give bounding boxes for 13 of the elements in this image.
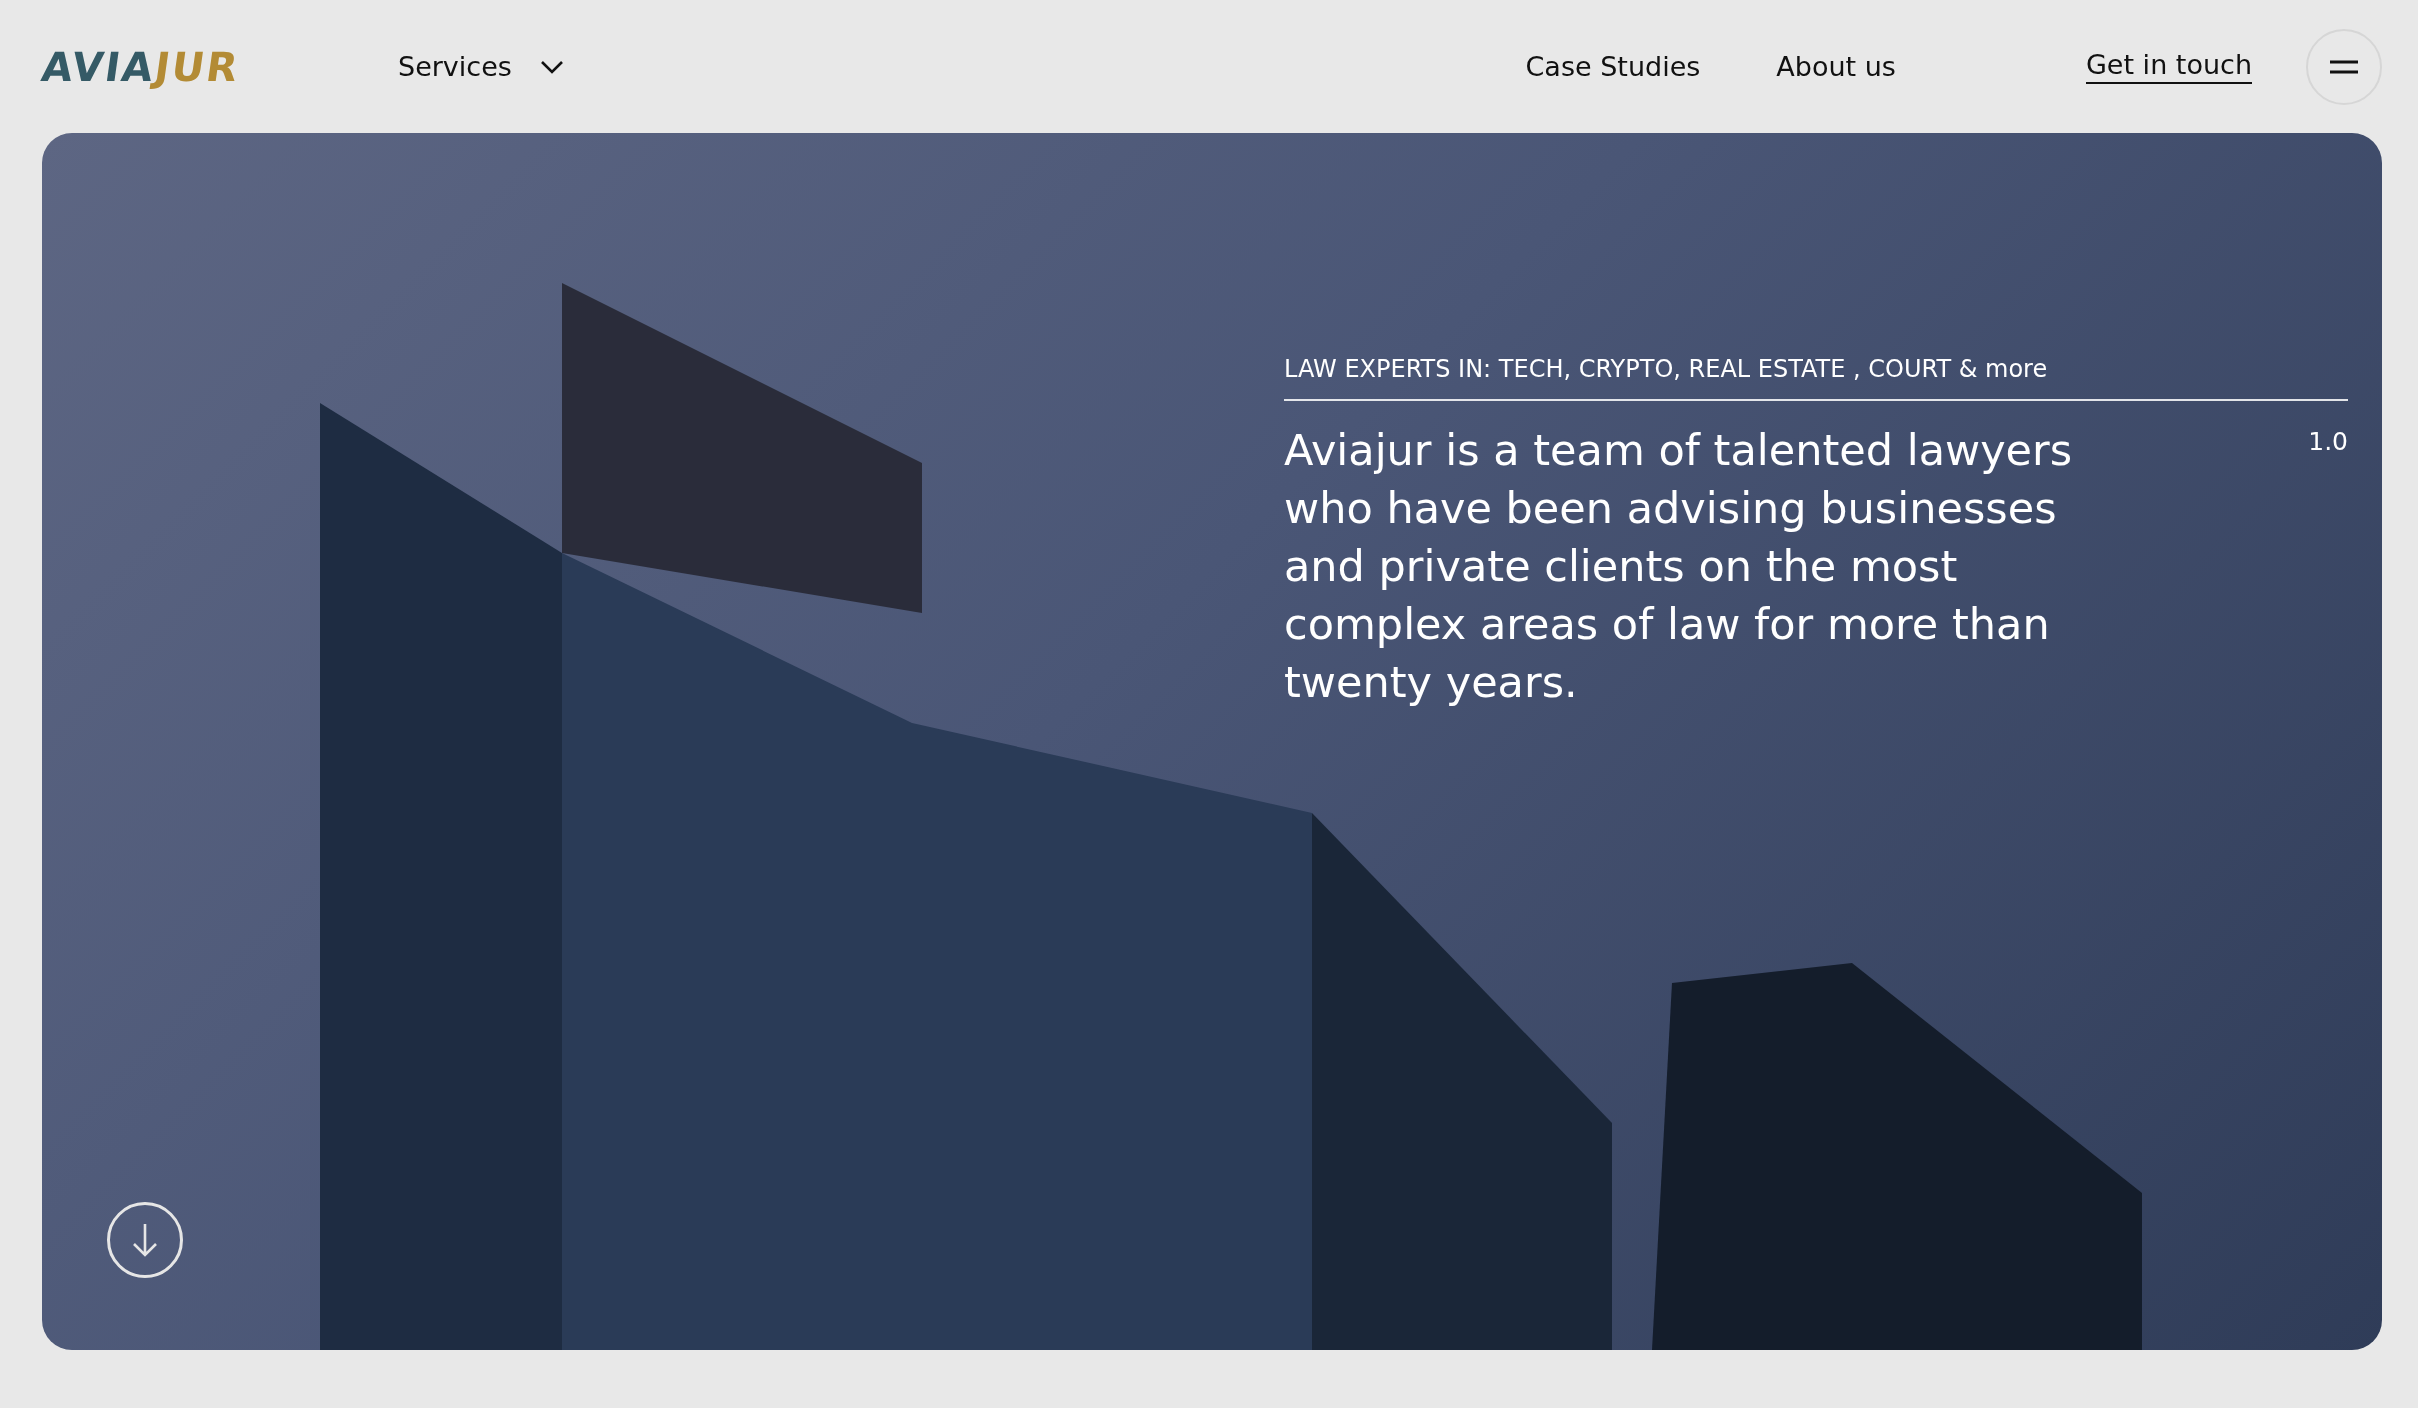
menu-button[interactable] bbox=[2306, 28, 2382, 105]
nav-link[interactable]: Case Studies bbox=[1525, 51, 1701, 82]
nav-link[interactable]: Services bbox=[398, 51, 564, 82]
scroll-down-button[interactable] bbox=[107, 1202, 183, 1278]
nav-link[interactable]: About us bbox=[1776, 51, 1896, 82]
section-number: 1.0 bbox=[2308, 426, 2348, 458]
intro-paragraph: Aviajur is a team of talented lawyers who have been advising businesses and private clients on the most complex areas of law for more than twenty years. bbox=[1284, 424, 2074, 709]
chevron-down-icon bbox=[539, 59, 564, 74]
get-in-touch-link[interactable]: Get in touch bbox=[2085, 49, 2252, 84]
tagline: LAW EXPERTS IN: TECH, CRYPTO, REAL ESTATE , COURT & more bbox=[1284, 355, 2348, 401]
arrow-down-icon bbox=[132, 1223, 158, 1257]
logo[interactable]: AVIAJUR bbox=[42, 43, 398, 90]
menu-icon bbox=[2330, 59, 2358, 74]
